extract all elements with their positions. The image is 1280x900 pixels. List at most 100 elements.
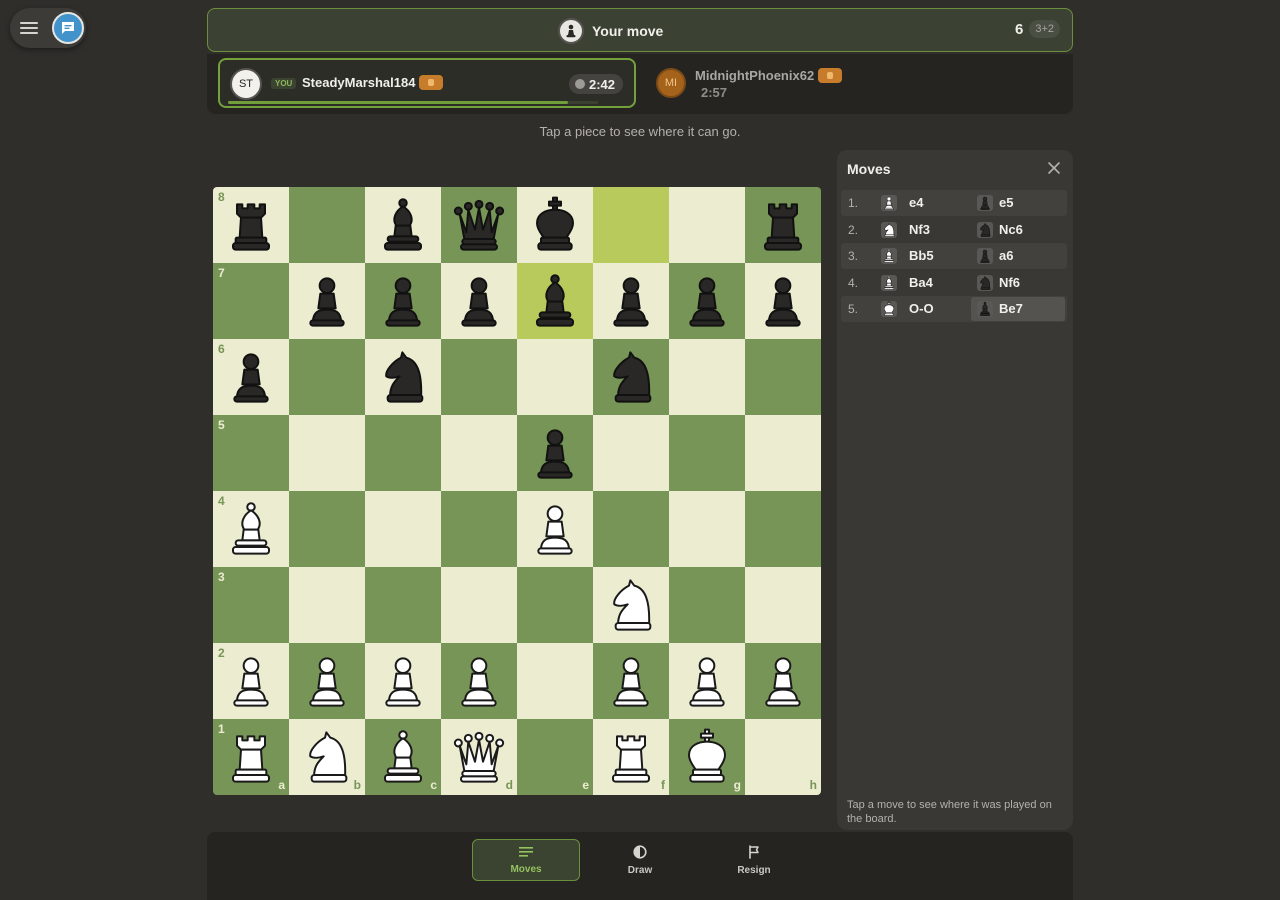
- square-c8[interactable]: [365, 187, 441, 263]
- black-move[interactable]: Nf6: [971, 271, 1065, 295]
- black-pawn-icon[interactable]: [221, 347, 281, 407]
- white-knight-icon[interactable]: [297, 727, 357, 787]
- square-h4[interactable]: [745, 491, 821, 567]
- square-c6[interactable]: [365, 339, 441, 415]
- white-rook-icon[interactable]: [221, 727, 281, 787]
- square-d2[interactable]: [441, 643, 517, 719]
- black-move[interactable]: Be7: [971, 297, 1065, 321]
- white-move[interactable]: O-O: [873, 297, 967, 321]
- square-g4[interactable]: [669, 491, 745, 567]
- resign-button[interactable]: Resign: [700, 839, 808, 881]
- white-pawn-icon[interactable]: [677, 651, 737, 711]
- square-d3[interactable]: [441, 567, 517, 643]
- square-g3[interactable]: [669, 567, 745, 643]
- white-pawn-icon[interactable]: [525, 499, 585, 559]
- white-pawn-icon[interactable]: [373, 651, 433, 711]
- white-pawn-icon[interactable]: [601, 651, 661, 711]
- black-move[interactable]: a6: [971, 244, 1065, 268]
- white-move[interactable]: Ba4: [873, 271, 967, 295]
- black-pawn-icon[interactable]: [449, 271, 509, 331]
- white-rook-icon[interactable]: [601, 727, 661, 787]
- square-a8[interactable]: 8: [213, 187, 289, 263]
- square-h2[interactable]: [745, 643, 821, 719]
- square-e4[interactable]: [517, 491, 593, 567]
- white-knight-icon[interactable]: [601, 575, 661, 635]
- black-move[interactable]: e5: [971, 191, 1065, 215]
- white-pawn-icon[interactable]: [449, 651, 509, 711]
- square-a4[interactable]: 4: [213, 491, 289, 567]
- square-b4[interactable]: [289, 491, 365, 567]
- white-move[interactable]: Nf3: [873, 218, 967, 242]
- square-f5[interactable]: [593, 415, 669, 491]
- draw-button[interactable]: Draw: [586, 839, 694, 881]
- square-h1[interactable]: h: [745, 719, 821, 795]
- square-g5[interactable]: [669, 415, 745, 491]
- square-c3[interactable]: [365, 567, 441, 643]
- square-d4[interactable]: [441, 491, 517, 567]
- square-a7[interactable]: 7: [213, 263, 289, 339]
- black-pawn-icon[interactable]: [373, 271, 433, 331]
- white-bishop-icon[interactable]: [373, 727, 433, 787]
- square-f6[interactable]: [593, 339, 669, 415]
- black-rook-icon[interactable]: [753, 195, 813, 255]
- square-b3[interactable]: [289, 567, 365, 643]
- square-b7[interactable]: [289, 263, 365, 339]
- moves-tab-button[interactable]: Moves: [472, 839, 580, 881]
- square-b1[interactable]: b: [289, 719, 365, 795]
- menu-icon[interactable]: [20, 19, 38, 37]
- square-a3[interactable]: 3: [213, 567, 289, 643]
- square-c1[interactable]: c: [365, 719, 441, 795]
- square-f1[interactable]: f: [593, 719, 669, 795]
- square-e5[interactable]: [517, 415, 593, 491]
- close-icon[interactable]: [1047, 161, 1061, 175]
- square-f2[interactable]: [593, 643, 669, 719]
- square-e6[interactable]: [517, 339, 593, 415]
- square-f3[interactable]: [593, 567, 669, 643]
- square-f8[interactable]: [593, 187, 669, 263]
- black-pawn-icon[interactable]: [677, 271, 737, 331]
- square-f4[interactable]: [593, 491, 669, 567]
- white-king-icon[interactable]: [677, 727, 737, 787]
- white-move[interactable]: Bb5: [873, 244, 967, 268]
- black-knight-icon[interactable]: [373, 347, 433, 407]
- black-pawn-icon[interactable]: [601, 271, 661, 331]
- black-queen-icon[interactable]: [449, 195, 509, 255]
- square-g1[interactable]: g: [669, 719, 745, 795]
- chess-board[interactable]: 8 7 6 5 4 3 21abcd e fg h: [213, 187, 821, 795]
- square-g6[interactable]: [669, 339, 745, 415]
- white-queen-icon[interactable]: [449, 727, 509, 787]
- square-h7[interactable]: [745, 263, 821, 339]
- white-move[interactable]: e4: [873, 191, 967, 215]
- square-a5[interactable]: 5: [213, 415, 289, 491]
- black-move[interactable]: Nc6: [971, 218, 1065, 242]
- square-d8[interactable]: [441, 187, 517, 263]
- square-e1[interactable]: e: [517, 719, 593, 795]
- square-d6[interactable]: [441, 339, 517, 415]
- square-g2[interactable]: [669, 643, 745, 719]
- chat-button[interactable]: [52, 12, 84, 44]
- white-pawn-icon[interactable]: [297, 651, 357, 711]
- square-g8[interactable]: [669, 187, 745, 263]
- square-f7[interactable]: [593, 263, 669, 339]
- black-pawn-icon[interactable]: [525, 423, 585, 483]
- white-pawn-icon[interactable]: [753, 651, 813, 711]
- square-d1[interactable]: d: [441, 719, 517, 795]
- square-e3[interactable]: [517, 567, 593, 643]
- square-b5[interactable]: [289, 415, 365, 491]
- black-bishop-icon[interactable]: [373, 195, 433, 255]
- white-pawn-icon[interactable]: [221, 651, 281, 711]
- square-h6[interactable]: [745, 339, 821, 415]
- square-e2[interactable]: [517, 643, 593, 719]
- square-c5[interactable]: [365, 415, 441, 491]
- square-e7[interactable]: [517, 263, 593, 339]
- square-d7[interactable]: [441, 263, 517, 339]
- square-a6[interactable]: 6: [213, 339, 289, 415]
- square-e8[interactable]: [517, 187, 593, 263]
- square-a2[interactable]: 2: [213, 643, 289, 719]
- square-d5[interactable]: [441, 415, 517, 491]
- black-king-icon[interactable]: [525, 195, 585, 255]
- square-b6[interactable]: [289, 339, 365, 415]
- square-c7[interactable]: [365, 263, 441, 339]
- square-h8[interactable]: [745, 187, 821, 263]
- square-h5[interactable]: [745, 415, 821, 491]
